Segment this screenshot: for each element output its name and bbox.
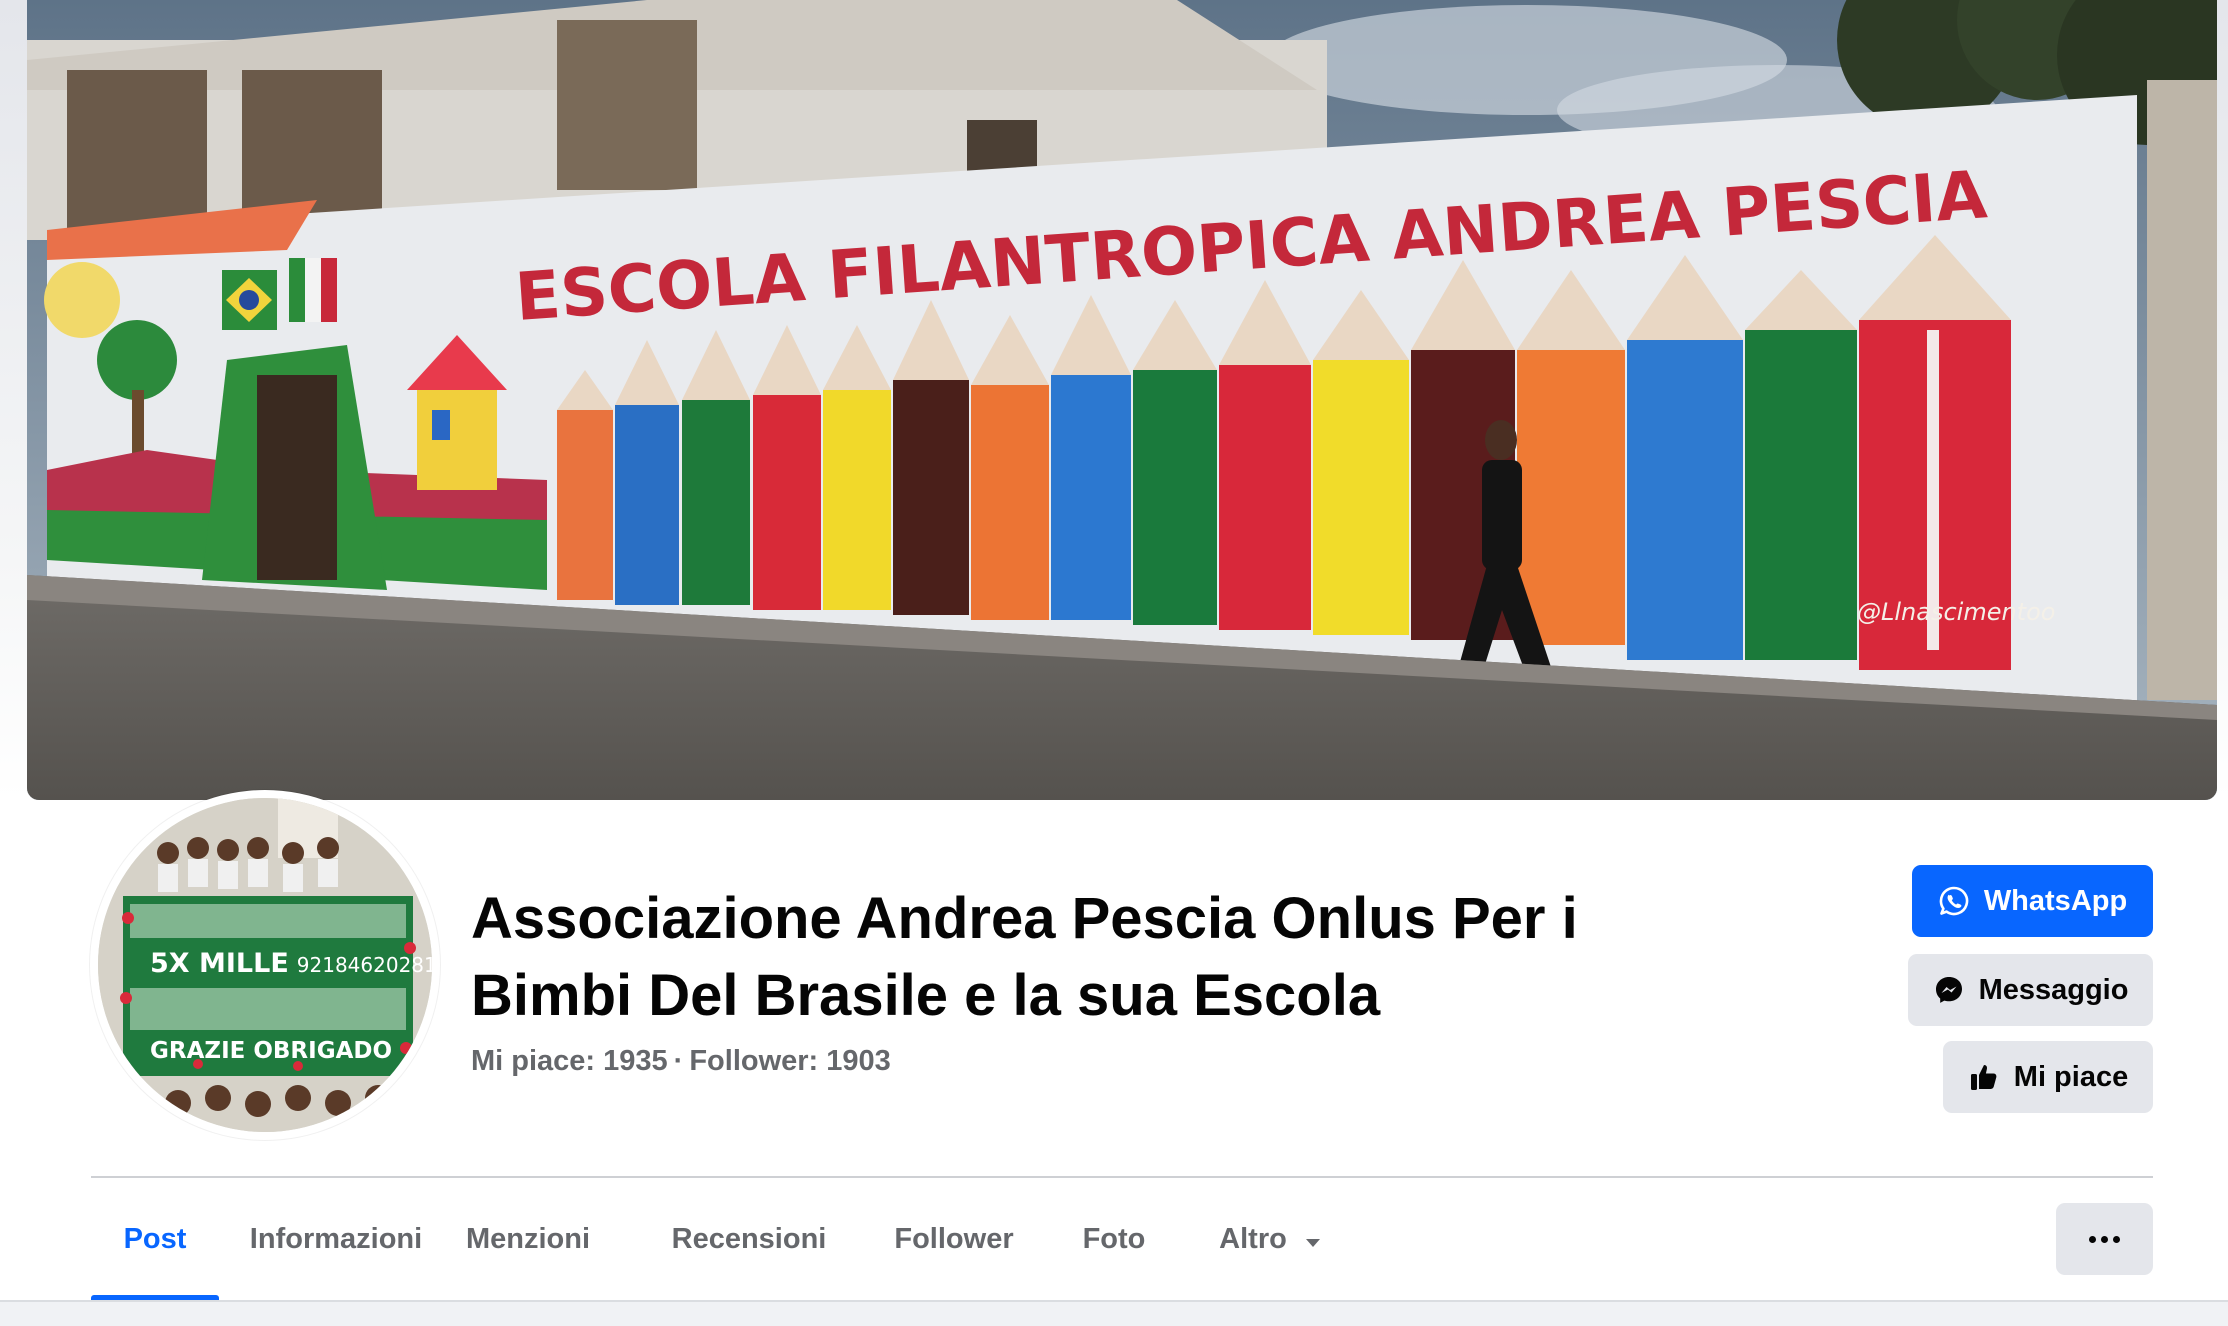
tab-label: Foto: [1082, 1222, 1146, 1255]
page-title-line2: Bimbi Del Brasile e la sua Escola: [471, 963, 1381, 1028]
message-button[interactable]: Messaggio: [1908, 954, 2153, 1026]
tab-label: Informazioni: [249, 1222, 423, 1255]
page-bottom-area: [0, 1300, 2228, 1326]
page-tabs: Post Informazioni Menzioni Recensioni Fo…: [91, 1178, 1991, 1300]
like-button-label: Mi piace: [2013, 1060, 2129, 1093]
whatsapp-button[interactable]: WhatsApp: [1912, 865, 2153, 937]
profile-picture-image: 5X MILLE 92184620281 GRAZIE OBRIGADO: [98, 798, 432, 1132]
like-button[interactable]: Mi piace: [1943, 1041, 2153, 1113]
tab-informazioni[interactable]: Informazioni: [241, 1178, 431, 1300]
tab-label: Recensioni: [671, 1222, 827, 1255]
page-title-line1: Associazione Andrea Pescia Onlus Per i: [471, 886, 1578, 951]
tab-post[interactable]: Post: [91, 1178, 219, 1300]
tab-label: Post: [123, 1222, 187, 1255]
thumbs-up-icon: [1968, 1061, 2000, 1093]
tab-label: Follower: [894, 1222, 1014, 1255]
more-dots-icon: [2089, 1235, 2096, 1243]
cover-photo-illustration: ESCOLA FILANTROPICA ANDREA PESCIA @Llnas…: [27, 0, 2217, 800]
avatar-banner-thanks: GRAZIE OBRIGADO: [150, 1038, 393, 1064]
tab-foto[interactable]: Foto: [1069, 1178, 1159, 1300]
tab-altro[interactable]: Altro: [1200, 1178, 1340, 1300]
stats-separator: ·: [673, 1045, 684, 1077]
tab-label: Menzioni: [465, 1222, 591, 1255]
page-title: Associazione Andrea Pescia Onlus Per i B…: [471, 880, 1671, 1034]
tab-menzioni[interactable]: Menzioni: [463, 1178, 593, 1300]
more-options-button[interactable]: [2056, 1203, 2153, 1275]
caret-down-icon: [1305, 1223, 1321, 1256]
messenger-icon: [1933, 974, 1965, 1006]
tab-follower[interactable]: Follower: [884, 1178, 1024, 1300]
avatar-banner-5x-mille: 5X MILLE 92184620281: [150, 948, 432, 979]
avatar-banner-code: 92184620281: [296, 953, 432, 977]
likes-count-link[interactable]: Mi piace: 1935: [471, 1045, 668, 1077]
cover-photo[interactable]: ESCOLA FILANTROPICA ANDREA PESCIA @Llnas…: [27, 0, 2217, 800]
profile-picture[interactable]: 5X MILLE 92184620281 GRAZIE OBRIGADO: [90, 790, 440, 1140]
page-stats: Mi piace: 1935 · Follower: 1903: [471, 1045, 891, 1078]
whatsapp-button-label: WhatsApp: [1983, 884, 2128, 917]
whatsapp-icon: [1938, 885, 1970, 917]
followers-count-link[interactable]: Follower: 1903: [689, 1045, 890, 1077]
tab-label: Altro: [1219, 1222, 1287, 1255]
more-dots-icon: [2101, 1235, 2108, 1243]
cover-signature: @Llnascimentoo: [1857, 598, 2055, 626]
more-dots-icon: [2113, 1235, 2120, 1243]
message-button-label: Messaggio: [1978, 973, 2129, 1006]
tab-recensioni[interactable]: Recensioni: [664, 1178, 834, 1300]
